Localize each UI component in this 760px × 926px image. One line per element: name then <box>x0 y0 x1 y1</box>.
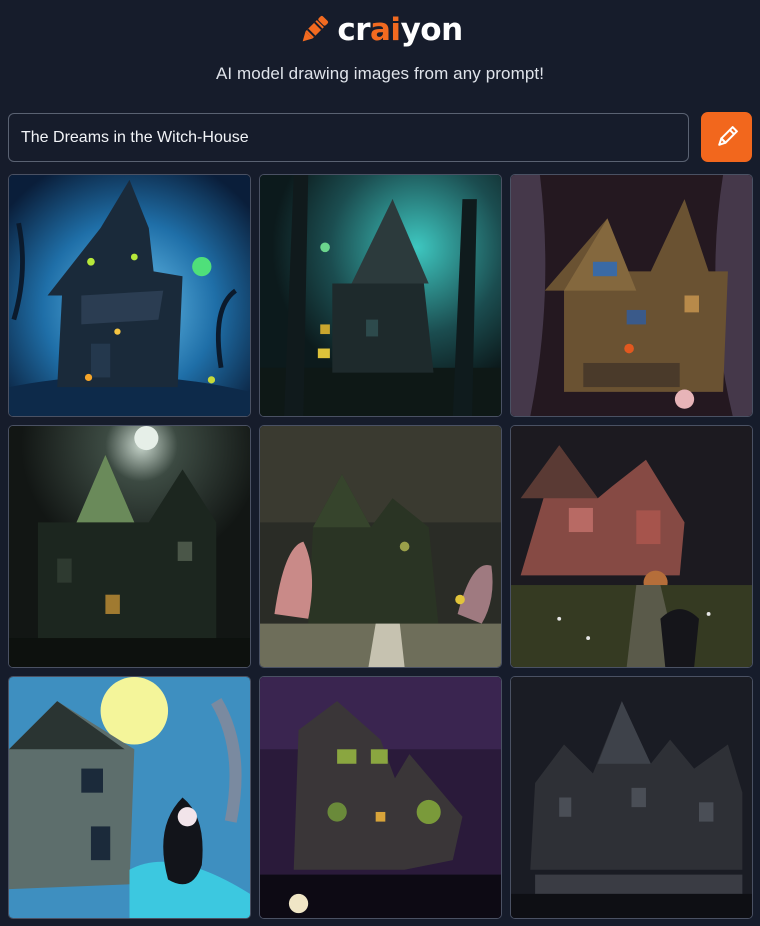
draw-button[interactable] <box>701 112 752 162</box>
haunted-house-image <box>9 175 250 416</box>
haunted-house-image <box>511 175 752 416</box>
generated-image-1[interactable] <box>8 174 251 417</box>
haunted-house-image <box>9 677 250 918</box>
haunted-house-image <box>511 426 752 667</box>
tagline: AI model drawing images from any prompt! <box>215 64 545 83</box>
app-header: craiyon <box>0 8 760 52</box>
generated-image-4[interactable] <box>8 425 251 668</box>
generated-image-6[interactable] <box>510 425 753 668</box>
generated-image-5[interactable] <box>259 425 502 668</box>
haunted-house-image <box>9 426 250 667</box>
crayon-icon <box>303 15 329 42</box>
brand-prefix: cr <box>337 11 371 48</box>
pencil-icon <box>717 126 738 146</box>
generated-image-9[interactable] <box>510 676 753 919</box>
generated-image-7[interactable] <box>8 676 251 919</box>
generated-image-8[interactable] <box>259 676 502 919</box>
haunted-house-image <box>511 677 752 918</box>
brand-suffix: yon <box>400 11 464 48</box>
haunted-house-image <box>260 175 501 416</box>
brand-accent: ai <box>370 11 401 48</box>
haunted-house-image <box>260 426 501 667</box>
generated-image-2[interactable] <box>259 174 502 417</box>
prompt-input[interactable] <box>8 113 689 162</box>
generated-image-3[interactable] <box>510 174 753 417</box>
haunted-house-image <box>260 677 501 918</box>
results-grid <box>8 174 753 919</box>
brand-logo[interactable]: craiyon <box>337 11 464 48</box>
